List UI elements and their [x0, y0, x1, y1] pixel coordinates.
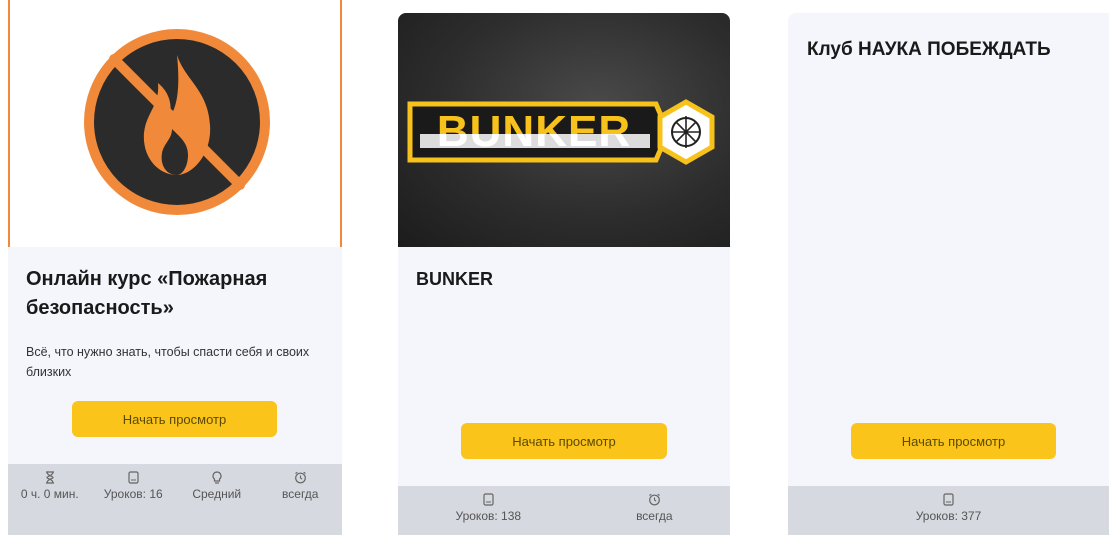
stat-level-value: Средний [192, 487, 242, 501]
stat-access: всегда [636, 492, 673, 535]
stat-access: всегда [268, 470, 332, 535]
stat-lessons-value: Уроков: 16 [103, 487, 163, 501]
lightbulb-icon [210, 470, 224, 484]
stat-access-value: всегда [282, 487, 319, 501]
start-viewing-button[interactable]: Начать просмотр [72, 401, 277, 437]
stat-lessons-value: Уроков: 377 [915, 509, 982, 523]
course-description: Всё, что нужно знать, чтобы спасти себя … [26, 345, 310, 379]
stat-access-value: всегда [636, 509, 673, 523]
course-title[interactable]: BUNKER [416, 269, 493, 290]
bunker-logo: BUNKER BUNKER [407, 99, 715, 165]
book-icon [942, 492, 956, 506]
course-stats-bar: Уроков: 138 всегда [398, 486, 730, 535]
start-viewing-button[interactable]: Начать просмотр [461, 423, 667, 459]
course-stats-bar: 0 ч. 0 мин. Уроков: 16 Средний всегда [8, 464, 342, 535]
alarm-clock-icon [647, 492, 661, 506]
start-viewing-button[interactable]: Начать просмотр [851, 423, 1056, 459]
stat-lessons-value: Уроков: 138 [455, 509, 522, 523]
course-cover-image: BUNKER BUNKER [398, 13, 730, 247]
book-icon [481, 492, 495, 506]
stat-lessons: Уроков: 138 [455, 492, 522, 535]
hourglass-icon [43, 470, 57, 484]
course-stats-bar: Уроков: 377 [788, 486, 1109, 535]
course-title[interactable]: Онлайн курс «Пожарная безопасность» [26, 265, 336, 323]
book-icon [126, 470, 140, 484]
stat-lessons: Уроков: 377 [915, 492, 982, 535]
course-cover-image [8, 0, 342, 247]
stat-level: Средний [185, 470, 249, 535]
alarm-clock-icon [293, 470, 307, 484]
course-card-science-club[interactable]: Клуб НАУКА ПОБЕЖДАТЬ Начать просмотр Уро… [788, 13, 1109, 535]
stat-duration: 0 ч. 0 мин. [18, 470, 82, 535]
course-title[interactable]: Клуб НАУКА ПОБЕЖДАТЬ [807, 39, 1051, 61]
stat-lessons: Уроков: 16 [101, 470, 165, 535]
no-fire-icon [84, 29, 270, 215]
course-card-fire-safety[interactable]: Онлайн курс «Пожарная безопасность» Всё,… [8, 0, 342, 535]
course-card-bunker[interactable]: BUNKER BUNKER BUNKER Начать просмотр Уро… [398, 13, 730, 535]
stat-duration-value: 0 ч. 0 мин. [20, 487, 79, 501]
